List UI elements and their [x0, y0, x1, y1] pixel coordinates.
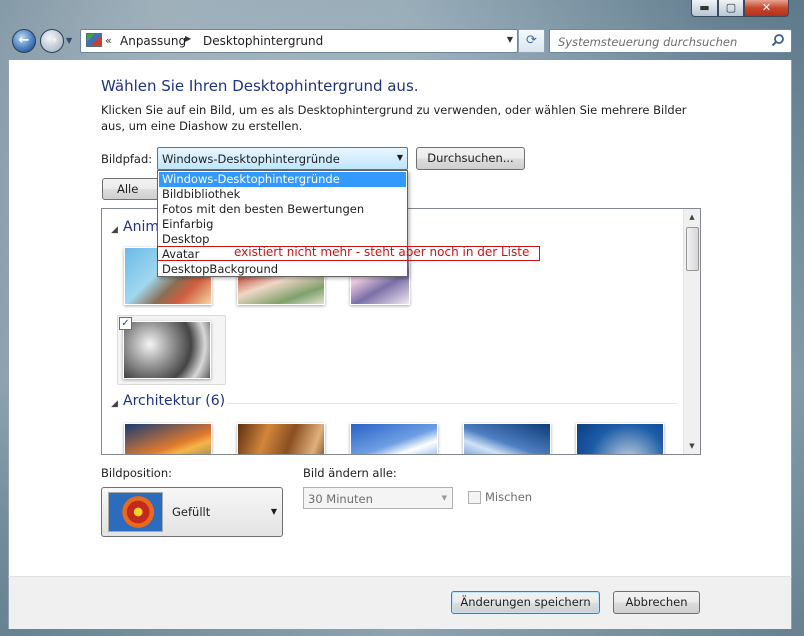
cancel-button[interactable]: Abbrechen	[613, 591, 700, 614]
breadcrumb-desktophintergrund[interactable]: Desktophintergrund	[203, 34, 323, 48]
scroll-up-icon[interactable]: ▲	[684, 209, 700, 225]
back-arrow-icon: ←	[18, 33, 30, 48]
wallpaper-thumbnail[interactable]	[463, 423, 551, 454]
interval-label: Bild ändern alle:	[303, 466, 397, 480]
chevron-down-icon: ▼	[270, 507, 277, 516]
close-button[interactable]: ✕	[744, 0, 789, 17]
wallpaper-thumbnail[interactable]	[124, 423, 212, 454]
address-bar[interactable]: « Anpassung ▶ Desktophintergrund ▼	[80, 29, 518, 53]
breadcrumb-separator-icon[interactable]: ▶	[185, 34, 191, 43]
wallpaper-thumbnail[interactable]	[237, 423, 325, 454]
close-icon: ✕	[761, 1, 772, 14]
back-button[interactable]: ←	[12, 29, 36, 53]
scroll-thumb[interactable]	[686, 227, 699, 271]
search-icon[interactable]	[771, 33, 785, 47]
group-title-animationen[interactable]: Anim	[123, 219, 159, 235]
dropdown-item-windows-desktophintergruende[interactable]: Windows-Desktophintergründe	[159, 172, 406, 187]
bildposition-label: Bildposition:	[101, 466, 173, 480]
collapse-triangle-icon[interactable]: ◢	[111, 225, 118, 235]
collapse-triangle-icon[interactable]: ◢	[111, 399, 118, 409]
maximize-icon: ▢	[725, 1, 737, 14]
bildpfad-select[interactable]: Windows-Desktophintergründe ▼	[157, 147, 408, 170]
group-divider	[227, 403, 677, 404]
dropdown-item-bildbibliothek[interactable]: Bildbibliothek	[159, 187, 406, 202]
breadcrumb-anpassung[interactable]: Anpassung	[120, 34, 186, 48]
select-all-button[interactable]: Alle auswählen	[102, 178, 162, 200]
minimize-icon: ▬	[699, 1, 710, 14]
dropdown-item-fotos[interactable]: Fotos mit den besten Bewertungen	[159, 202, 406, 217]
interval-select[interactable]: 30 Minuten ▼	[303, 487, 453, 509]
page-description: Klicken Sie auf ein Bild, um es als Desk…	[101, 103, 687, 133]
wallpaper-thumbnail-selected[interactable]	[123, 321, 211, 379]
scroll-down-icon[interactable]: ▼	[684, 438, 700, 454]
dropdown-item-desktopbackground[interactable]: DesktopBackground	[159, 262, 406, 277]
page-title: Wählen Sie Ihren Desktophintergrund aus.	[101, 77, 419, 95]
bildposition-value: Gefüllt	[172, 505, 211, 519]
forward-arrow-icon: →	[46, 33, 58, 48]
shuffle-checkbox[interactable]	[468, 491, 481, 504]
maximize-button[interactable]: ▢	[718, 0, 744, 17]
control-panel-icon	[86, 33, 102, 47]
vertical-scrollbar[interactable]: ▲ ▼	[683, 209, 700, 454]
thumbnail-checkbox[interactable]: ✓	[119, 317, 132, 330]
search-placeholder: Systemsteuerung durchsuchen	[558, 35, 738, 49]
overflow-chevron-icon[interactable]: «	[105, 34, 112, 47]
recent-pages-dropdown-icon[interactable]: ▼	[66, 36, 76, 46]
interval-value: 30 Minuten	[308, 492, 373, 506]
annotation-text: existiert nicht mehr - steht aber noch i…	[234, 245, 530, 259]
bildposition-select[interactable]: Gefüllt ▼	[101, 487, 283, 537]
dropdown-item-einfarbig[interactable]: Einfarbig	[159, 217, 406, 232]
refresh-button[interactable]: ⟳	[519, 29, 545, 53]
wallpaper-thumbnail[interactable]	[576, 423, 664, 454]
forward-button[interactable]: →	[40, 29, 64, 53]
browse-button[interactable]: Durchsuchen...	[416, 147, 525, 170]
address-dropdown-icon[interactable]: ▼	[507, 35, 513, 44]
group-title-architektur[interactable]: Architektur (6)	[123, 393, 225, 409]
chevron-down-icon: ▼	[396, 153, 403, 162]
chevron-down-icon: ▼	[441, 494, 447, 502]
bildpfad-label: Bildpfad:	[101, 152, 153, 166]
minimize-button[interactable]: ▬	[691, 0, 718, 17]
save-changes-button[interactable]: Änderungen speichern	[451, 591, 600, 614]
search-input[interactable]: Systemsteuerung durchsuchen	[549, 29, 792, 53]
wallpaper-thumbnail[interactable]	[350, 423, 438, 454]
shuffle-label: Mischen	[485, 490, 533, 504]
bildpfad-value: Windows-Desktophintergründe	[162, 152, 340, 166]
position-preview-image	[108, 492, 163, 532]
